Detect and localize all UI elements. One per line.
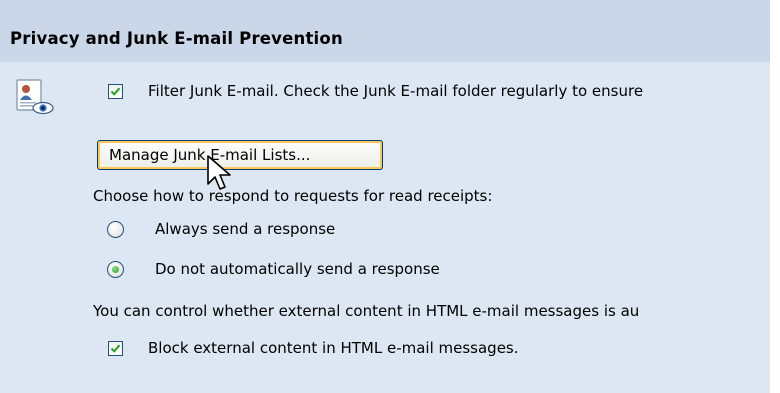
- section-title: Privacy and Junk E-mail Prevention: [10, 29, 343, 48]
- radio-selected-dot: [112, 266, 119, 273]
- mouse-pointer-icon: [206, 154, 234, 194]
- do-not-send-response-radio[interactable]: [107, 261, 124, 278]
- checkmark-icon: [110, 344, 121, 353]
- checkmark-icon: [110, 87, 121, 96]
- do-not-send-response-label: Do not automatically send a response: [155, 260, 440, 278]
- always-send-response-radio[interactable]: [107, 221, 124, 238]
- block-external-content-checkbox[interactable]: [108, 341, 123, 356]
- read-receipts-prompt: Choose how to respond to requests for re…: [93, 187, 493, 205]
- filter-junk-label: Filter Junk E-mail. Check the Junk E-mai…: [148, 82, 644, 100]
- manage-junk-email-lists-button[interactable]: Manage Junk E-mail Lists...: [97, 140, 383, 170]
- external-content-description: You can control whether external content…: [93, 302, 640, 320]
- privacy-contact-eye-icon: [15, 78, 55, 118]
- section-header: Privacy and Junk E-mail Prevention: [0, 0, 770, 62]
- block-external-content-label: Block external content in HTML e-mail me…: [148, 339, 519, 357]
- always-send-response-label: Always send a response: [155, 220, 336, 238]
- filter-junk-checkbox[interactable]: [108, 84, 123, 99]
